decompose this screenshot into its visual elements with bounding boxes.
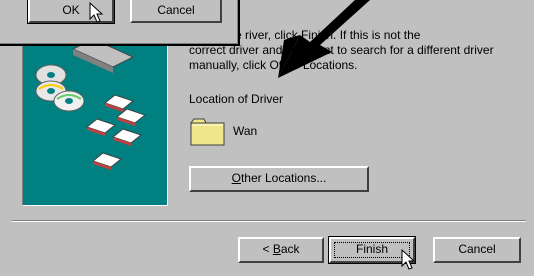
dialog-cancel-label: Cancel [157, 3, 195, 17]
finish-button[interactable]: Finish [328, 236, 416, 264]
cancel-button[interactable]: Cancel [433, 237, 521, 263]
instruction-text: ant to use river, click Finish. If this … [189, 28, 529, 73]
cd-disc-3 [53, 90, 85, 112]
floppy-disk-5 [91, 152, 123, 170]
cd-and-disks-illustration [35, 38, 147, 170]
ok-label: OK [62, 3, 80, 17]
cancel-label: Cancel [458, 242, 496, 256]
dialog-cancel-button[interactable]: Cancel [130, 0, 222, 23]
location-of-driver-label: Location of Driver [189, 92, 284, 106]
floppy-disk-3 [85, 118, 117, 136]
instruction-line-2: correct driver and you want to search fo… [189, 43, 494, 57]
back-label: ack [280, 242, 300, 256]
floppy-disk-2 [115, 108, 147, 126]
folder-name: Wan [233, 124, 258, 138]
folder-icon [190, 117, 226, 147]
other-locations-accel: O [231, 171, 241, 185]
other-locations-button[interactable]: Other Locations... [189, 166, 369, 192]
floppy-disk-4 [111, 128, 143, 146]
back-accel: B [272, 242, 281, 256]
instruction-line-1: ant to use river, click Finish. If this … [189, 28, 421, 42]
back-button[interactable]: < Back [238, 237, 324, 263]
confirm-dialog-fragment: OK Cancel [0, 0, 240, 46]
finish-label: Finish [355, 242, 388, 256]
wizard-illustration [22, 18, 168, 206]
separator-line [12, 220, 526, 222]
other-locations-label: ther Locations... [240, 171, 327, 185]
back-prefix: < [262, 242, 273, 256]
ok-button[interactable]: OK [27, 0, 115, 24]
driver-wizard-window: ant to use river, click Finish. If this … [0, 0, 534, 276]
instruction-line-3: manually, click Other Locations. [189, 58, 358, 72]
